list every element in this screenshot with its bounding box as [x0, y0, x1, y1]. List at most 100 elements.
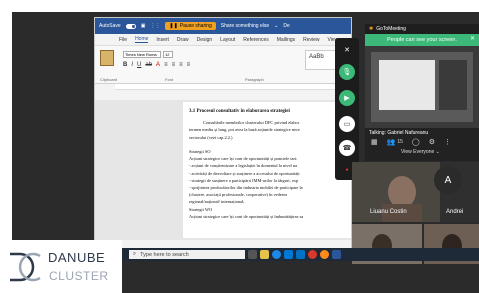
banner-text: People can see your screen.: [387, 37, 457, 43]
doc-line: [189, 141, 345, 148]
group-font: Font: [165, 77, 174, 82]
pause-sharing-label: Pause sharing: [179, 23, 212, 29]
gotomeeting-header: ✱ GoToMeeting: [365, 24, 479, 34]
grid-view-icon[interactable]: ▦: [371, 138, 378, 146]
word-titlebar: AutoSave ▣ ⋮⋮ ❚❚ Pause sharing Share som…: [95, 18, 351, 34]
more-icon[interactable]: ⋮: [444, 138, 451, 146]
danube-logo-icon: [10, 252, 41, 282]
view-everyone-dropdown[interactable]: View Everyone ⌄: [365, 146, 479, 155]
word-icon[interactable]: [332, 250, 341, 259]
doc-line: termen mediu și lung, pot avea la bază a…: [189, 127, 300, 133]
italic-icon[interactable]: I: [131, 62, 133, 68]
gotomeeting-panel: ✱ GoToMeeting People can see your screen…: [365, 24, 479, 161]
group-clipboard: Clipboard: [100, 77, 118, 82]
word-window: AutoSave ▣ ⋮⋮ ❚❚ Pause sharing Share som…: [94, 17, 352, 261]
microphone-icon[interactable]: 🎙: [339, 64, 355, 80]
autosave-label: AutoSave: [99, 23, 121, 29]
attendees-icon[interactable]: 👥: [387, 138, 396, 146]
document-page[interactable]: 3.1 Procesul consultativ în elaborarea s…: [183, 102, 351, 238]
tab-insert[interactable]: Insert: [156, 37, 169, 43]
ribbon: Times New Roma 12 B I U ab A ≡ ≡ ≡ ≡ AaB…: [95, 46, 351, 84]
tab-file[interactable]: File: [119, 37, 127, 43]
ribbon-tabs: File Home Insert Draw Design Layout Refe…: [95, 34, 351, 46]
danube-cluster-logo: DANUBE CLUSTER: [0, 240, 122, 293]
participant-name: Liuanu Costin: [370, 209, 407, 215]
format-buttons: B I U ab A ≡ ≡ ≡ ≡: [123, 62, 190, 68]
taskbar-search[interactable]: ⌕ Type here to search: [129, 250, 245, 259]
search-icon: ⌕: [133, 251, 137, 257]
autosave-toggle[interactable]: [125, 23, 136, 29]
pause-icon: ❚❚: [169, 23, 178, 29]
chat-icon[interactable]: ◯: [412, 138, 420, 146]
doc-line: Strategii WO: [189, 206, 213, 212]
hang-up-icon[interactable]: ☎: [339, 140, 355, 156]
screen-share-icon[interactable]: ▭: [339, 116, 355, 132]
align-center-icon[interactable]: ≡: [172, 62, 176, 68]
font-size-select[interactable]: 12: [163, 51, 173, 58]
tab-mailings[interactable]: Mailings: [277, 37, 295, 43]
tab-layout[interactable]: Layout: [220, 37, 235, 43]
file-explorer-icon[interactable]: [260, 250, 269, 259]
firefox-icon[interactable]: [320, 250, 329, 259]
document-title: De: [283, 23, 290, 29]
share-toolbar: ✕ 🎙 ▶ ▭ ☎ ●: [335, 38, 359, 180]
doc-line: - strategii de susținere a participării …: [189, 177, 299, 183]
doc-line: Strategii SO: [189, 149, 211, 155]
search-placeholder: Type here to search: [140, 251, 189, 258]
talking-indicator: Talking: Gabriel Nafureanu: [369, 130, 429, 136]
tab-design[interactable]: Design: [197, 37, 213, 43]
edge-icon[interactable]: [272, 250, 281, 259]
document-area: 3.1 Procesul consultativ în elaborarea s…: [95, 100, 351, 240]
save-icon[interactable]: ▣: [141, 23, 146, 29]
screen-shared-banner: People can see your screen. ✕: [365, 34, 479, 46]
underline-icon[interactable]: U: [137, 62, 141, 68]
share-something-else-button[interactable]: Share something else: [221, 23, 269, 29]
camera-icon[interactable]: ▶: [339, 90, 355, 106]
gotomeeting-title: GoToMeeting: [376, 26, 406, 32]
tab-review[interactable]: Review: [303, 37, 319, 43]
gotomeeting-logo-icon: ✱: [369, 26, 374, 32]
store-icon[interactable]: [284, 250, 293, 259]
pause-sharing-button[interactable]: ❚❚ Pause sharing: [165, 22, 216, 30]
doc-line: - acțiuni de conștientizare a legislație…: [189, 163, 298, 169]
justify-icon[interactable]: ≡: [187, 62, 191, 68]
participant-tile[interactable]: Liuanu Costin: [352, 162, 440, 222]
doc-line: regional/național/ internațional;: [189, 199, 245, 205]
collapse-icon[interactable]: ✕: [339, 42, 355, 58]
tab-draw[interactable]: Draw: [177, 37, 189, 43]
tab-home[interactable]: Home: [135, 36, 149, 43]
doc-line: Consultările membrilor clusterului DFC p…: [203, 120, 300, 126]
participant-name: Andrei: [446, 209, 464, 215]
font-name-select[interactable]: Times New Roma: [123, 51, 161, 58]
align-right-icon[interactable]: ≡: [179, 62, 183, 68]
logo-line1: DANUBE: [48, 250, 106, 265]
mail-icon[interactable]: [296, 250, 305, 259]
control-row: ▦ 👥 15 ◯ ⚙ ⋮: [365, 138, 479, 146]
doc-line: Acțiuni strategice care își cont de opor…: [189, 156, 298, 162]
screen-preview-thumbnail: [371, 52, 473, 122]
group-paragraph: Paragraph: [245, 77, 264, 82]
attendee-count: 15: [397, 139, 403, 145]
view-label: View Everyone: [401, 149, 435, 155]
bold-icon[interactable]: B: [123, 62, 127, 68]
font-color-icon[interactable]: A: [156, 62, 160, 68]
task-view-icon[interactable]: [248, 250, 257, 259]
doc-line: - activități de dezvoltare și susținere …: [189, 170, 300, 176]
avatar: A: [434, 166, 462, 194]
logo-line2: CLUSTER: [49, 269, 109, 283]
tab-references[interactable]: References: [243, 37, 269, 43]
chevron-down-icon[interactable]: ⌄: [274, 23, 278, 29]
paste-icon[interactable]: [100, 50, 114, 66]
ruler[interactable]: [115, 84, 351, 90]
close-icon[interactable]: ✕: [470, 35, 475, 42]
meeting-controls: Talking: Gabriel Nafureanu ▦ 👥 15 ◯ ⚙ ⋮ …: [365, 128, 479, 161]
doc-heading: 3.1 Procesul consultativ în elaborarea s…: [189, 109, 290, 114]
doc-line: - sprijinirea producătorilor din industr…: [189, 185, 303, 191]
settings-icon[interactable]: ⚙: [429, 138, 435, 146]
doc-line: sectorului (vezi cap.2.2.): [189, 134, 233, 140]
screen-preview: [365, 46, 479, 128]
align-left-icon[interactable]: ≡: [164, 62, 168, 68]
grid-icon[interactable]: ⋮⋮: [150, 23, 160, 29]
strikethrough-icon[interactable]: ab: [145, 62, 152, 68]
chrome-icon[interactable]: [308, 250, 317, 259]
